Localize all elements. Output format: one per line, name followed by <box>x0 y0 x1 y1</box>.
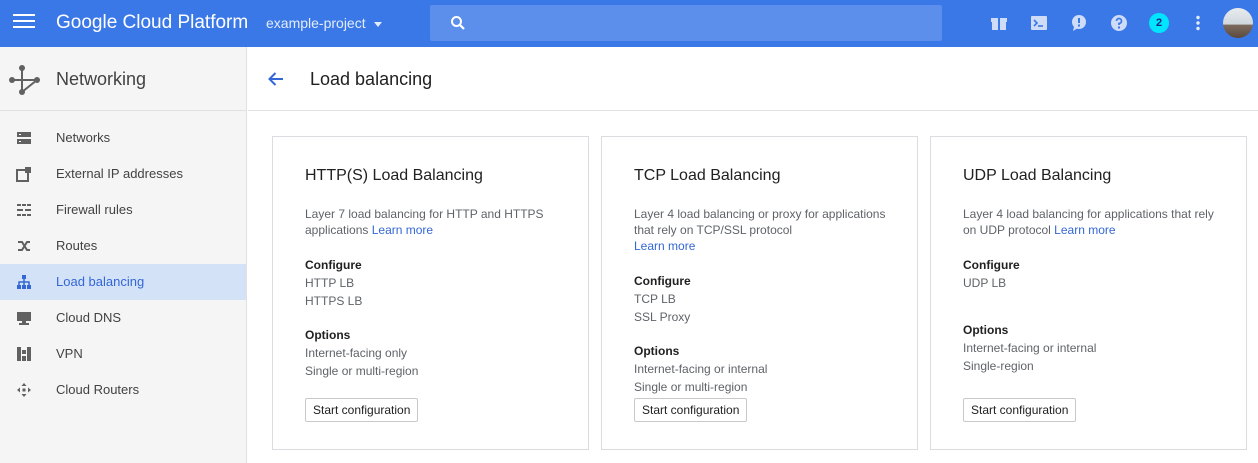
options-section: Options Internet-facing or internal Sing… <box>963 321 1096 375</box>
card-title: UDP Load Balancing <box>963 167 1112 184</box>
sidebar-item-label: Load balancing <box>56 274 145 289</box>
card-description: Layer 7 load balancing for HTTP and HTTP… <box>305 206 565 238</box>
avatar[interactable] <box>1223 8 1253 38</box>
configure-section: Configure TCP LB SSL Proxy <box>634 272 691 326</box>
sidebar-item-vpn[interactable]: VPN <box>0 336 246 372</box>
learn-more-link[interactable]: Learn more <box>634 239 695 253</box>
main-content: Load balancing HTTP(S) Load Balancing La… <box>248 47 1258 463</box>
more-vert-icon[interactable] <box>1189 14 1207 32</box>
configure-item: HTTPS LB <box>305 294 363 308</box>
options-item: Single or multi-region <box>634 380 748 394</box>
routers-icon <box>17 383 31 397</box>
configure-item: UDP LB <box>963 276 1007 290</box>
feedback-icon[interactable] <box>1070 14 1088 32</box>
options-section: Options Internet-facing or internal Sing… <box>634 342 767 396</box>
sidebar-header: Networking <box>0 47 246 111</box>
networks-icon <box>17 132 31 144</box>
sidebar-item-cloud-dns[interactable]: Cloud DNS <box>0 300 246 336</box>
card-description: Layer 4 load balancing or proxy for appl… <box>634 206 894 254</box>
card-description: Layer 4 load balancing for applications … <box>963 206 1223 238</box>
top-app-bar: Google Cloud Platform example-project 2 <box>0 0 1258 47</box>
udp-lb-card: UDP Load Balancing Layer 4 load balancin… <box>930 136 1247 450</box>
firewall-icon <box>17 204 31 216</box>
networking-logo-icon <box>9 65 40 95</box>
configure-heading: Configure <box>305 258 362 272</box>
options-item: Single-region <box>963 359 1034 373</box>
configure-item: HTTP LB <box>305 276 355 290</box>
card-title: TCP Load Balancing <box>634 167 781 184</box>
sidebar: Networking Networks External IP addresse… <box>0 47 247 463</box>
configure-heading: Configure <box>634 274 691 288</box>
cloud-shell-icon[interactable] <box>1030 14 1048 32</box>
routes-icon <box>18 241 30 251</box>
configure-section: Configure UDP LB <box>963 256 1020 292</box>
back-arrow-icon[interactable] <box>266 69 286 89</box>
options-item: Single or multi-region <box>305 364 419 378</box>
learn-more-link[interactable]: Learn more <box>1054 223 1115 237</box>
project-name: example-project <box>266 15 366 31</box>
vpn-icon <box>17 347 31 361</box>
start-configuration-button[interactable]: Start configuration <box>963 398 1077 422</box>
configure-item: SSL Proxy <box>634 310 691 324</box>
sidebar-item-networks[interactable]: Networks <box>0 120 246 156</box>
sidebar-item-external-ip[interactable]: External IP addresses <box>0 156 246 192</box>
sidebar-item-label: External IP addresses <box>56 166 183 181</box>
search-input[interactable] <box>430 5 942 41</box>
http-lb-card: HTTP(S) Load Balancing Layer 7 load bala… <box>272 136 589 450</box>
configure-section: Configure HTTP LB HTTPS LB <box>305 256 362 310</box>
sidebar-item-label: Routes <box>56 238 98 253</box>
configure-heading: Configure <box>963 258 1020 272</box>
sidebar-item-label: Cloud Routers <box>56 382 140 397</box>
project-selector[interactable]: example-project <box>266 15 382 31</box>
sidebar-nav: Networks External IP addresses Firewall … <box>0 111 246 408</box>
options-heading: Options <box>305 328 351 342</box>
page-header: Load balancing <box>248 47 1258 111</box>
product-title[interactable]: Google Cloud Platform <box>56 12 248 34</box>
page-title: Load balancing <box>310 69 433 89</box>
search-icon <box>451 16 465 30</box>
start-configuration-button[interactable]: Start configuration <box>305 398 419 422</box>
external-ip-icon <box>16 167 31 182</box>
sidebar-title: Networking <box>56 69 147 89</box>
configure-item: TCP LB <box>634 292 676 306</box>
options-item: Internet-facing or internal <box>634 362 768 376</box>
sidebar-item-firewall[interactable]: Firewall rules <box>0 192 246 228</box>
options-heading: Options <box>634 344 680 358</box>
learn-more-link[interactable]: Learn more <box>372 223 433 237</box>
start-configuration-button[interactable]: Start configuration <box>634 398 748 422</box>
gift-icon[interactable] <box>990 14 1008 32</box>
notifications-badge[interactable]: 2 <box>1149 13 1169 33</box>
sidebar-item-load-balancing[interactable]: Load balancing <box>0 264 246 300</box>
sidebar-item-label: Cloud DNS <box>56 310 122 325</box>
options-section: Options Internet-facing only Single or m… <box>305 326 418 380</box>
tcp-lb-card: TCP Load Balancing Layer 4 load balancin… <box>601 136 918 450</box>
help-icon[interactable] <box>1110 14 1128 32</box>
sidebar-item-label: Networks <box>56 130 111 145</box>
hamburger-menu-icon[interactable] <box>13 14 35 32</box>
dns-icon <box>17 312 31 325</box>
sidebar-item-cloud-routers[interactable]: Cloud Routers <box>0 372 246 408</box>
options-item: Internet-facing only <box>305 346 408 360</box>
caret-down-icon <box>373 21 382 27</box>
sidebar-item-routes[interactable]: Routes <box>0 228 246 264</box>
options-heading: Options <box>963 323 1009 337</box>
card-description-text: Layer 4 load balancing or proxy for appl… <box>634 207 886 237</box>
sidebar-item-label: VPN <box>56 346 83 361</box>
sidebar-item-label: Firewall rules <box>56 202 133 217</box>
card-title: HTTP(S) Load Balancing <box>305 167 483 184</box>
options-item: Internet-facing or internal <box>963 341 1097 355</box>
load-balancing-icon <box>17 275 31 289</box>
